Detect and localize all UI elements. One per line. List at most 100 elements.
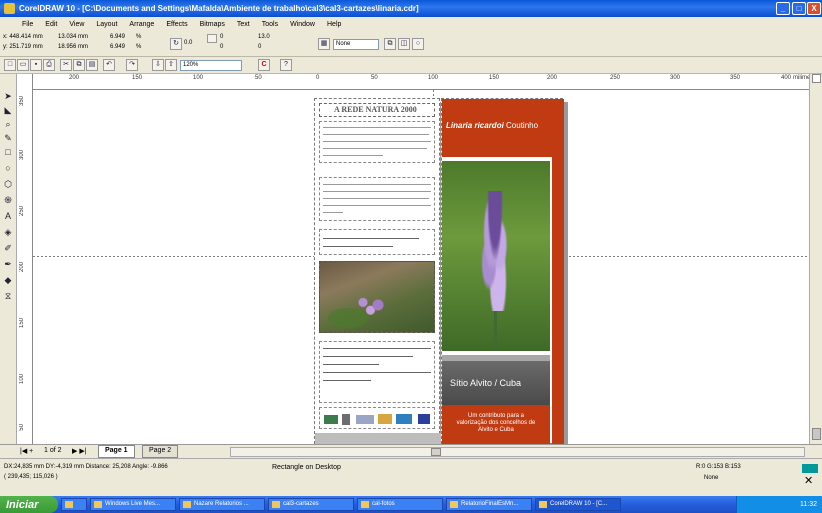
blend-tool-icon[interactable]: ⧖ xyxy=(2,290,14,302)
scale-height-field[interactable]: 6.949 xyxy=(110,44,125,50)
polygon-tool-icon[interactable]: ⬡ xyxy=(2,178,14,190)
contacts-text-frame[interactable] xyxy=(319,341,435,403)
save-icon[interactable]: ▪ xyxy=(30,59,42,71)
horizontal-ruler[interactable]: 200 150 100 50 0 50 100 150 200 250 300 … xyxy=(33,74,820,90)
menu-text[interactable]: Text xyxy=(231,21,256,28)
help-icon[interactable]: ? xyxy=(280,59,292,71)
right-panel[interactable]: Linaria ricardoi Coutinho Sítio Alvito /… xyxy=(441,98,564,444)
tab-page-1[interactable]: Page 1 xyxy=(98,445,135,458)
menu-help[interactable]: Help xyxy=(321,21,347,28)
menu-edit[interactable]: Edit xyxy=(39,21,63,28)
tab-page-2[interactable]: Page 2 xyxy=(142,445,179,458)
text-line xyxy=(323,238,419,239)
maximize-button[interactable]: □ xyxy=(792,2,806,15)
interactive-fill-icon[interactable]: ◈ xyxy=(2,226,14,238)
freehand-tool-icon[interactable]: ✎ xyxy=(2,132,14,144)
corel-launcher-icon[interactable]: C xyxy=(258,59,270,71)
document-page[interactable]: A REDE NATURA 2000 Linaria ricardoi Cout… xyxy=(314,98,568,444)
pos-y-field[interactable]: 0 xyxy=(220,44,223,50)
cut-icon[interactable]: ✂ xyxy=(60,59,72,71)
first-page-icon[interactable]: |◀ + xyxy=(20,447,33,455)
left-panel[interactable]: A REDE NATURA 2000 xyxy=(314,98,441,444)
print-icon[interactable]: ⎙ xyxy=(43,59,55,71)
scale-width-field[interactable]: 6.949 xyxy=(110,34,125,40)
menu-effects[interactable]: Effects xyxy=(160,21,193,28)
scroll-thumb[interactable] xyxy=(431,448,441,456)
heading-frame[interactable]: A REDE NATURA 2000 xyxy=(319,103,435,117)
title-bar: CorelDRAW 10 - [C:\Documents and Setting… xyxy=(0,0,822,17)
width-field[interactable]: 13.034 mm xyxy=(58,34,88,40)
horizontal-scrollbar[interactable] xyxy=(230,447,805,457)
taskbar-item[interactable]: cal-fotos xyxy=(357,498,443,511)
minimize-button[interactable]: _ xyxy=(776,2,790,15)
copy-icon[interactable]: ⧉ xyxy=(73,59,85,71)
height-field[interactable]: 18.956 mm xyxy=(58,44,88,50)
zoom-tool-icon[interactable]: ⌕ xyxy=(2,118,14,130)
rectangle-tool-icon[interactable]: □ xyxy=(2,146,14,158)
wrap-icon[interactable]: ▦ xyxy=(318,38,330,50)
taskbar-item[interactable]: Windows Live Mes... xyxy=(90,498,176,511)
site-band[interactable]: Sítio Alvito / Cuba xyxy=(442,355,550,405)
palette-none-swatch[interactable] xyxy=(812,74,821,83)
fill-tool-icon[interactable]: ◆ xyxy=(2,274,14,286)
y-position-field[interactable]: y: 251.719 mm xyxy=(3,44,43,50)
undo-icon[interactable]: ↶ xyxy=(103,59,115,71)
combine-icon[interactable]: ⧉ xyxy=(384,38,396,50)
next-page-icon[interactable]: ▶ ▶| xyxy=(72,447,87,455)
footer-band-red[interactable]: Um contributo para a valorização dos con… xyxy=(442,405,550,444)
taskbar-item[interactable]: RelatorioFinalEsMn... xyxy=(446,498,532,511)
title-band[interactable]: Linaria ricardoi Coutinho xyxy=(442,99,564,157)
zoom-level-dropdown[interactable]: 120% xyxy=(180,60,242,71)
menu-bitmaps[interactable]: Bitmaps xyxy=(194,21,231,28)
ruler-label: 350 xyxy=(730,75,741,81)
start-button[interactable]: Iniciar xyxy=(0,496,58,513)
eyedropper-tool-icon[interactable]: ✐ xyxy=(2,242,14,254)
size-b-field[interactable]: 0 xyxy=(258,44,261,50)
menu-layout[interactable]: Layout xyxy=(90,21,123,28)
pos-x-field[interactable]: 0 xyxy=(220,34,223,40)
drawing-canvas[interactable]: A REDE NATURA 2000 Linaria ricardoi Cout… xyxy=(33,90,809,444)
outline-width-dropdown[interactable]: None xyxy=(333,39,379,50)
field-photo[interactable] xyxy=(319,261,435,333)
size-a-field[interactable]: 13.0 xyxy=(258,34,270,40)
paste-icon[interactable]: ▤ xyxy=(86,59,98,71)
new-document-icon[interactable]: □ xyxy=(4,59,16,71)
palette-scroll-arrow[interactable] xyxy=(812,428,821,440)
text-tool-icon[interactable]: A xyxy=(2,210,14,222)
color-palette[interactable] xyxy=(809,74,822,444)
menu-file[interactable]: File xyxy=(0,21,39,28)
rotation-angle-field[interactable]: 0.0 xyxy=(184,40,192,46)
export-icon[interactable]: ⇧ xyxy=(165,59,177,71)
convert-to-curves-icon[interactable]: ○ xyxy=(412,38,424,50)
menu-window[interactable]: Window xyxy=(284,21,321,28)
break-apart-icon[interactable]: ◫ xyxy=(398,38,410,50)
menu-view[interactable]: View xyxy=(63,21,90,28)
ruler-label: 350 xyxy=(19,96,25,107)
mirror-icon[interactable] xyxy=(207,34,217,43)
spiral-tool-icon[interactable]: ֍ xyxy=(2,194,14,206)
quick-launch[interactable] xyxy=(61,498,87,511)
logos-frame[interactable] xyxy=(319,407,435,429)
ruler-label: 50 xyxy=(19,424,25,431)
flower-photo[interactable] xyxy=(442,161,550,351)
redo-icon[interactable]: ↷ xyxy=(126,59,138,71)
rotate-icon[interactable]: ↻ xyxy=(170,38,182,50)
menu-tools[interactable]: Tools xyxy=(256,21,284,28)
vertical-ruler[interactable]: 350 300 250 200 150 100 50 xyxy=(17,74,33,444)
menu-arrange[interactable]: Arrange xyxy=(123,21,160,28)
taskbar-item[interactable]: cal3-cartazes xyxy=(268,498,354,511)
x-position-field[interactable]: x: 448.414 mm xyxy=(3,34,43,40)
pick-tool-icon[interactable]: ➤ xyxy=(2,90,14,102)
shape-tool-icon[interactable]: ◣ xyxy=(2,104,14,116)
outline-tool-icon[interactable]: ✒ xyxy=(2,258,14,270)
intro-text-frame[interactable] xyxy=(319,121,435,163)
species-author: Coutinho xyxy=(506,121,539,130)
ellipse-tool-icon[interactable]: ○ xyxy=(2,162,14,174)
import-icon[interactable]: ⇩ xyxy=(152,59,164,71)
open-icon[interactable]: ▭ xyxy=(17,59,29,71)
taskbar-item[interactable]: Nazare Relatorios ... xyxy=(179,498,265,511)
close-button[interactable]: X xyxy=(807,2,821,15)
caption-frame[interactable] xyxy=(319,229,435,255)
taskbar-item-active[interactable]: CorelDRAW 10 - [C... xyxy=(535,498,621,511)
objectives-text-frame[interactable] xyxy=(319,177,435,221)
